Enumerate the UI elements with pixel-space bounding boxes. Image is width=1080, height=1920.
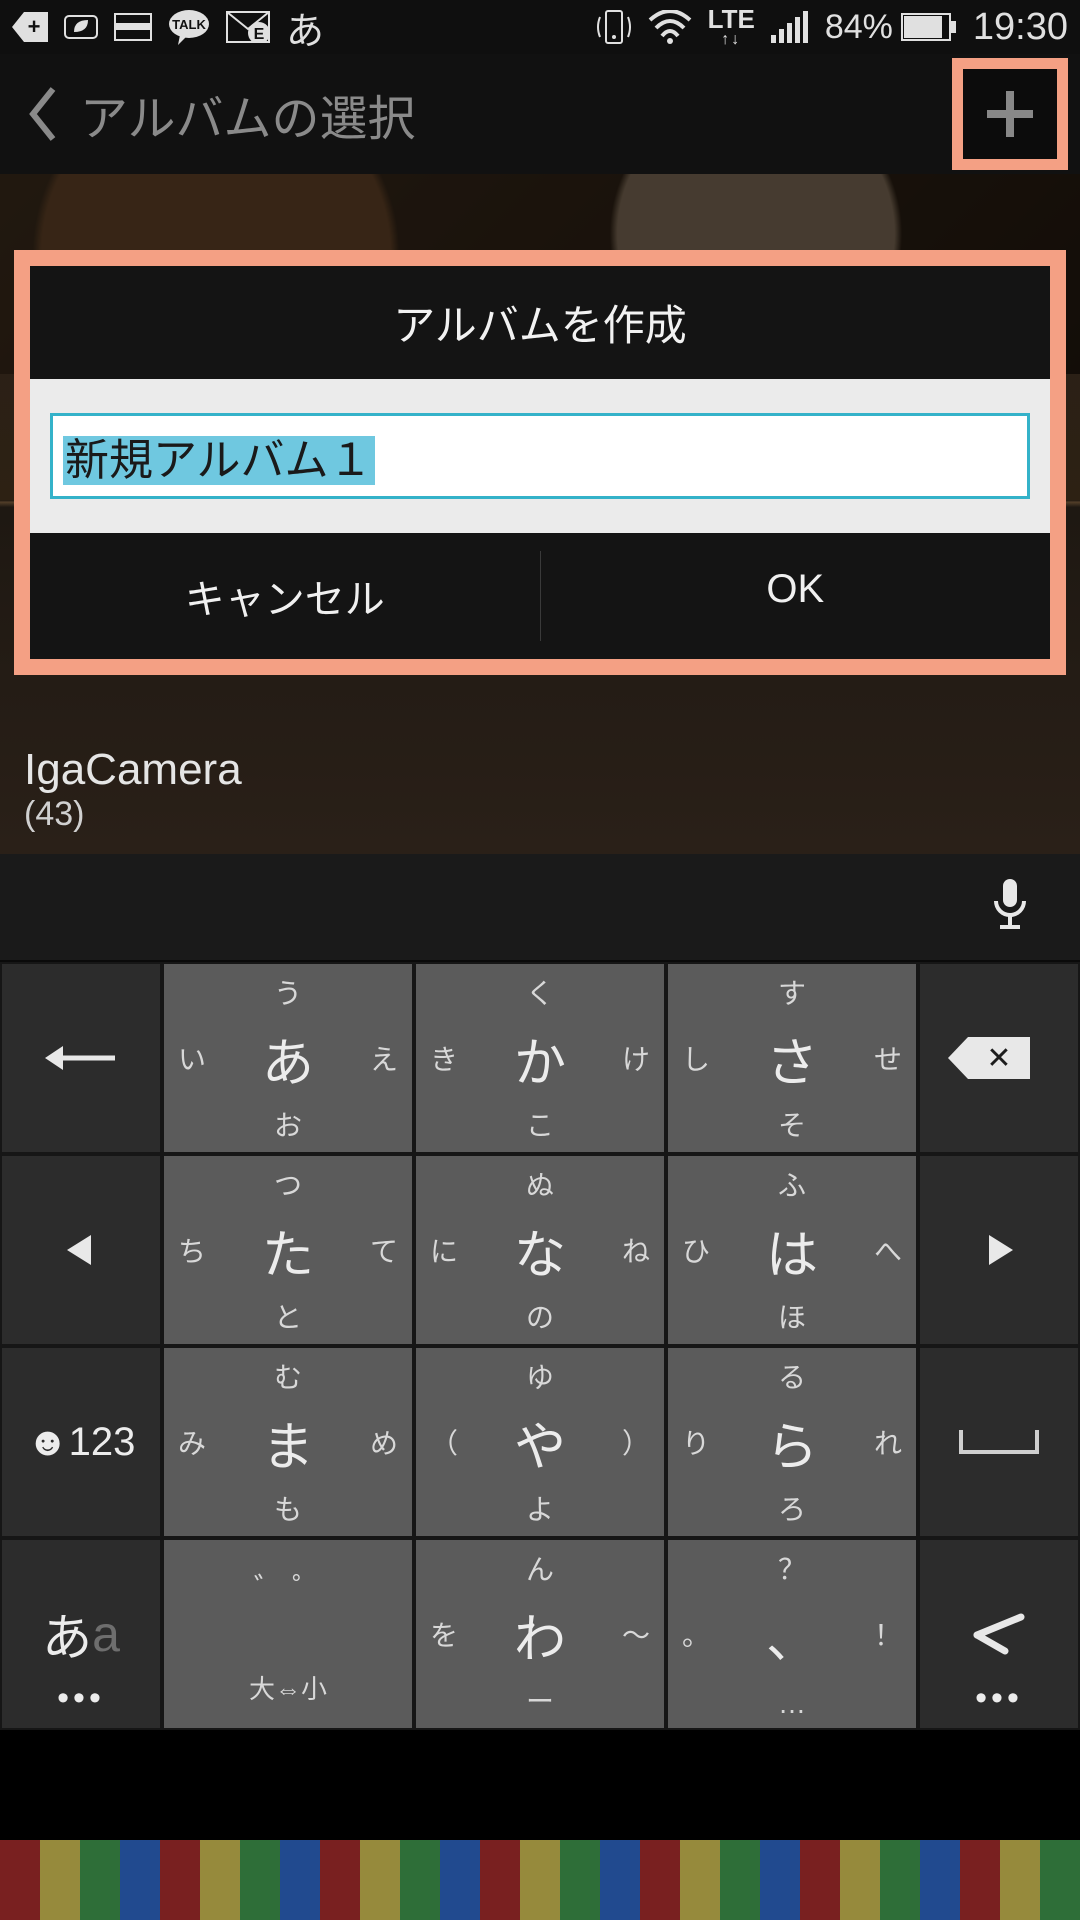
key-cursor-left[interactable]: [0, 1154, 162, 1346]
key-punct[interactable]: ？…。！、: [666, 1538, 918, 1730]
album-count: (43): [24, 795, 242, 834]
key-cursor-right[interactable]: [918, 1154, 1080, 1346]
mail-e-icon: E: [226, 11, 270, 43]
keyboard: うおいえあ くこきけか すそしせさ ✕ つとちてた ぬのにねな ふほひへは ☻1…: [0, 962, 1080, 1730]
talk-icon: TALK: [168, 9, 210, 45]
key-space[interactable]: [918, 1346, 1080, 1538]
create-album-dialog: アルバムを作成 新規アルバム１ キャンセル OK: [30, 266, 1050, 659]
key-ra[interactable]: るろりれら: [666, 1346, 918, 1538]
status-bar: + TALK E あ LTE↑↓ 84% 19:30: [0, 0, 1080, 54]
backspace-icon: ✕: [968, 1037, 1030, 1079]
key-reverse-tab[interactable]: [0, 962, 162, 1154]
album-name-input-value: 新規アルバム１: [63, 436, 375, 485]
key-mode-switch[interactable]: あa •••: [0, 1538, 162, 1730]
battery-icon: [901, 13, 957, 41]
album-name: IgaCamera: [24, 745, 242, 795]
key-backspace[interactable]: ✕: [918, 962, 1080, 1154]
key-ka[interactable]: くこきけか: [414, 962, 666, 1154]
eco-icon: [64, 12, 98, 42]
svg-text:TALK: TALK: [172, 17, 206, 32]
key-dakuten[interactable]: ゛ ゜大⇔小: [162, 1538, 414, 1730]
svg-text:E: E: [254, 26, 265, 43]
wifi-icon: [648, 10, 692, 44]
app-header: アルバムの選択: [0, 54, 1080, 174]
more-dots-icon: •••: [57, 1679, 105, 1718]
dialog-title: アルバムを作成: [30, 266, 1050, 379]
key-enter[interactable]: •••: [918, 1538, 1080, 1730]
back-button[interactable]: [12, 74, 72, 154]
cancel-button[interactable]: キャンセル: [30, 533, 540, 659]
card-icon: [114, 13, 152, 41]
battery-percent: 84%: [825, 8, 893, 47]
ime-suggestion-bar: [0, 854, 1080, 962]
album-thumbnail-2: [0, 1840, 1080, 1920]
notification-icon-add: +: [12, 12, 48, 42]
clock: 19:30: [973, 6, 1068, 49]
network-type: LTE↑↓: [708, 6, 755, 48]
key-sa[interactable]: すそしせさ: [666, 962, 918, 1154]
signal-icon: [771, 11, 809, 43]
key-ya[interactable]: ゆよ（）や: [414, 1346, 666, 1538]
key-ta[interactable]: つとちてた: [162, 1154, 414, 1346]
key-na[interactable]: ぬのにねな: [414, 1154, 666, 1346]
svg-text:+: +: [28, 14, 41, 39]
vibrate-icon: [596, 7, 632, 47]
key-ma[interactable]: むもみめま: [162, 1346, 414, 1538]
key-ha[interactable]: ふほひへは: [666, 1154, 918, 1346]
key-wa[interactable]: んーを～わ: [414, 1538, 666, 1730]
dialog-highlight: アルバムを作成 新規アルバム１ キャンセル OK: [14, 250, 1066, 675]
album-name-input[interactable]: 新規アルバム１: [50, 413, 1030, 499]
more-dots-icon: •••: [975, 1679, 1023, 1718]
album-grid: IgaCamera (43) アルバムを作成 新規アルバム１ キャンセル OK: [0, 174, 1080, 854]
key-emoji-num[interactable]: ☻123: [0, 1346, 162, 1538]
key-a[interactable]: うおいえあ: [162, 962, 414, 1154]
ime-indicator: あ: [286, 0, 324, 55]
voice-input-icon[interactable]: [990, 875, 1030, 940]
space-icon: [959, 1430, 1039, 1454]
page-title: アルバムの選択: [80, 79, 952, 149]
ok-button[interactable]: OK: [541, 533, 1051, 659]
add-album-button[interactable]: [963, 69, 1057, 159]
add-button-highlight: [952, 58, 1068, 170]
album-label: IgaCamera (43): [24, 745, 242, 834]
